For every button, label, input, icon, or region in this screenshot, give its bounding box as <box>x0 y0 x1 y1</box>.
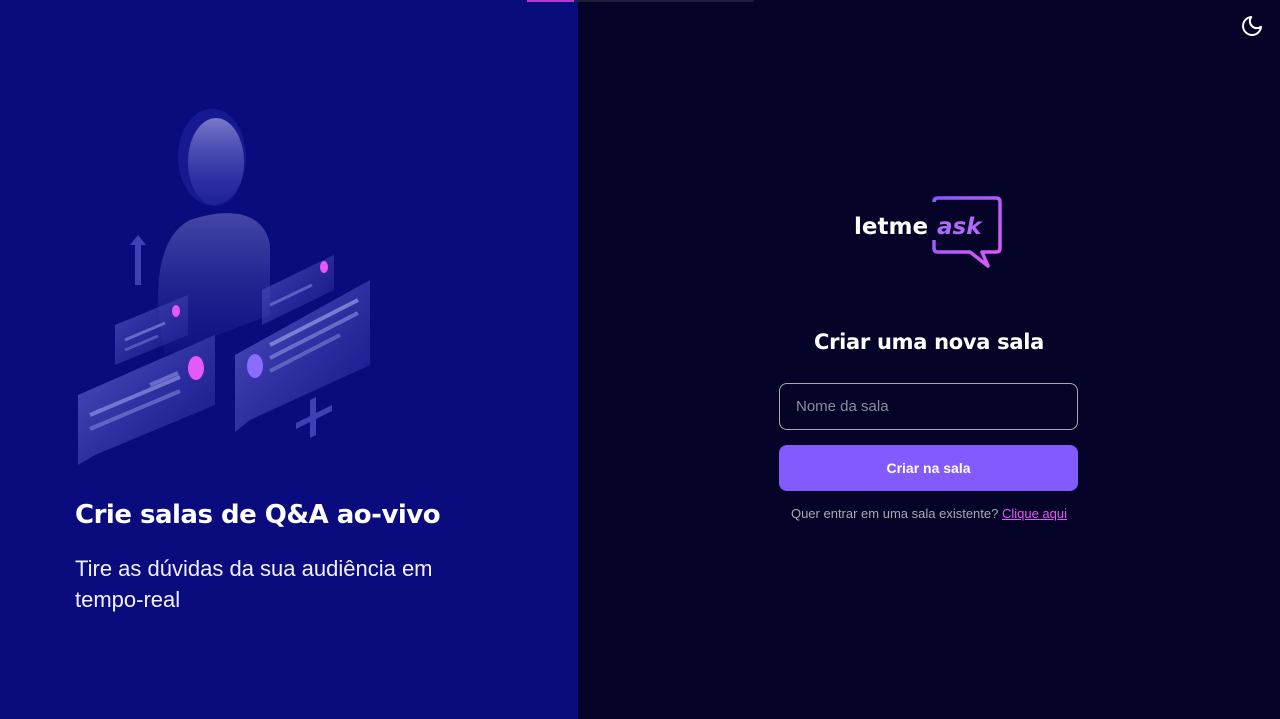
logo-text-main: letme <box>854 214 928 240</box>
join-room-prompt-text: Quer entrar em uma sala existente? <box>790 506 1002 521</box>
logo-speech-bubble-icon: letme ask <box>854 196 1002 268</box>
main-content: letme ask Criar uma nova sala Criar na s… <box>578 0 1280 719</box>
top-progress-strip <box>527 0 754 2</box>
join-room-prompt: Quer entrar em uma sala existente? Cliqu… <box>578 506 1280 521</box>
create-room-button[interactable]: Criar na sala <box>779 445 1078 491</box>
form-title: Criar uma nova sala <box>813 330 1044 354</box>
people-qa-illustration-icon <box>78 109 370 465</box>
moon-icon <box>1242 16 1262 36</box>
theme-toggle-button[interactable] <box>1240 14 1264 38</box>
room-name-input[interactable] <box>779 383 1078 430</box>
progress-accent <box>527 0 574 2</box>
hero-title: Crie salas de Q&A ao-vivo <box>75 500 441 530</box>
letmeask-logo: letme ask <box>854 196 1004 270</box>
join-room-link[interactable]: Clique aqui <box>1002 506 1067 521</box>
logo-text-accent: ask <box>937 214 983 240</box>
hero-panel: Crie salas de Q&A ao-vivo Tire as dúvida… <box>0 0 578 719</box>
hero-subtitle: Tire as dúvidas da sua audiência em temp… <box>75 556 433 612</box>
